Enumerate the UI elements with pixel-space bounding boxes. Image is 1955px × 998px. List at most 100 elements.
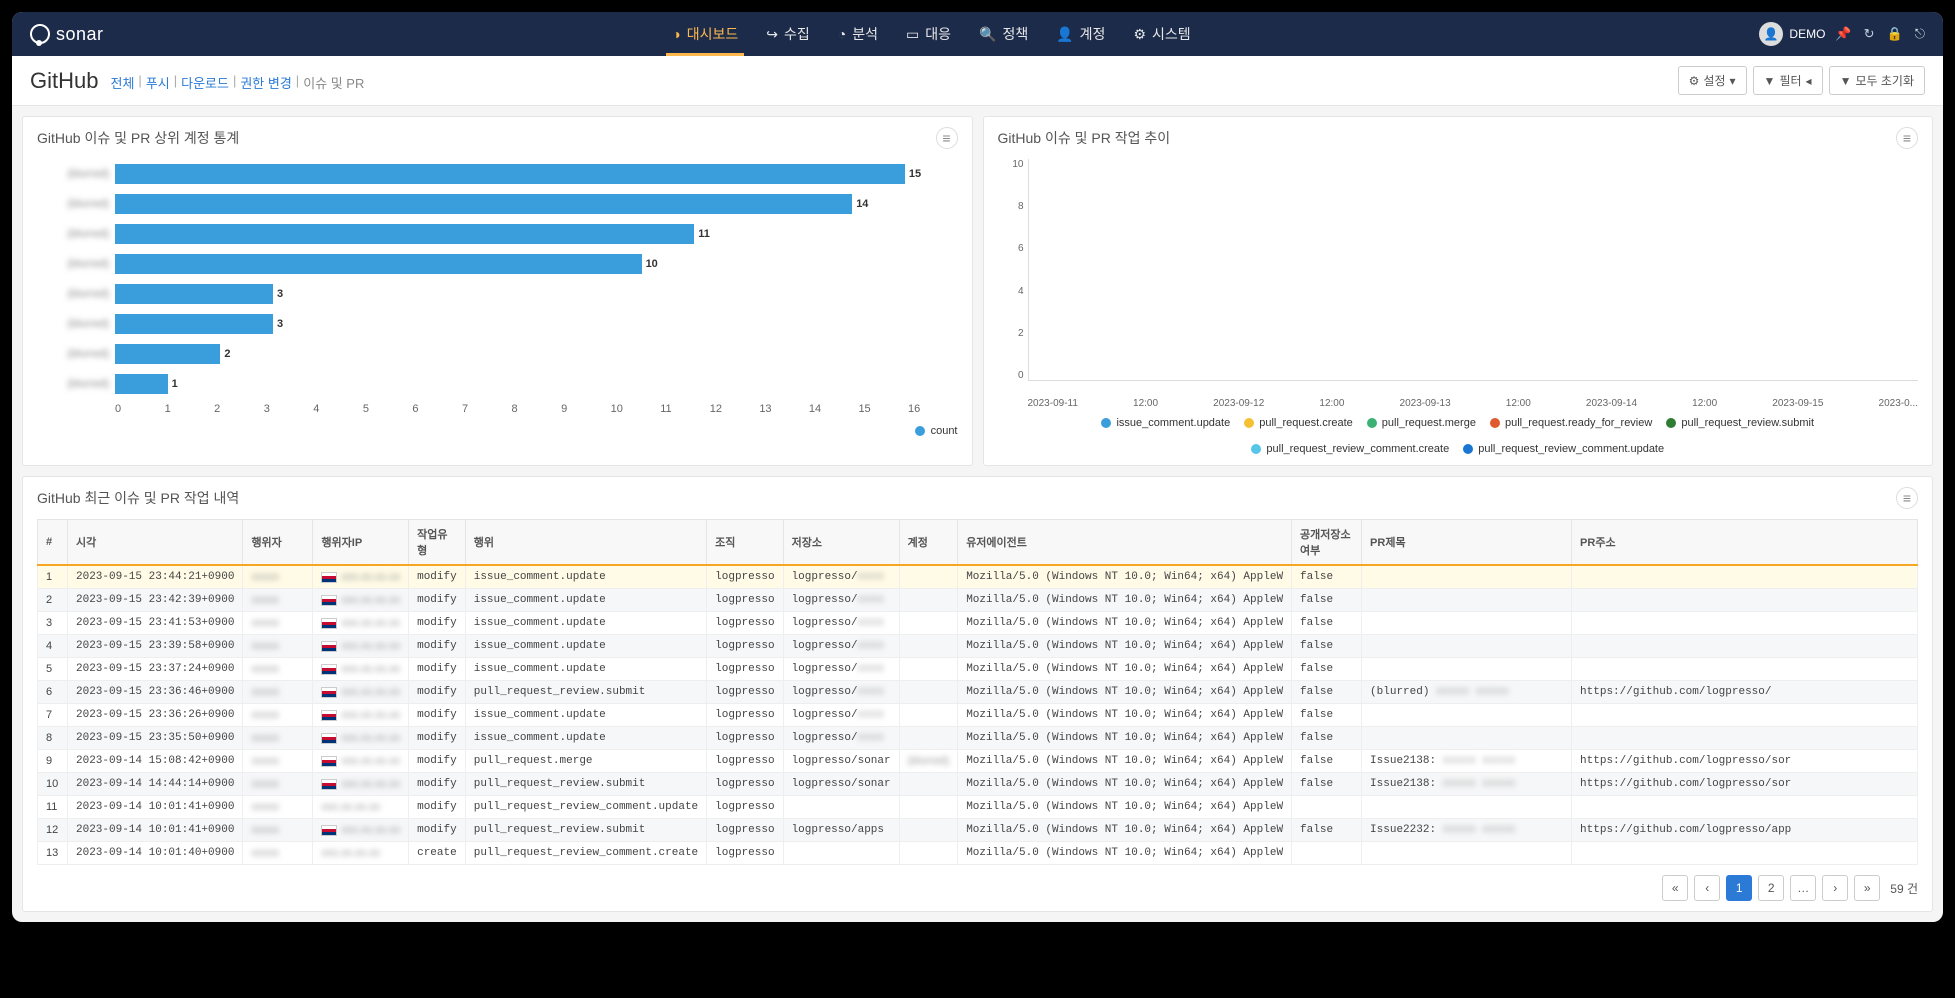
table-row[interactable]: 62023-09-15 23:36:46+0900xxxxxxxx.xx.xx.… — [38, 681, 1918, 704]
legend-item[interactable]: pull_request_review_comment.create — [1251, 443, 1449, 455]
lock-icon[interactable]: 🔒 — [1887, 26, 1903, 42]
bar-fill — [115, 164, 905, 184]
tab-1[interactable]: 푸시 — [146, 73, 170, 92]
nav-label: 시스템 — [1152, 24, 1191, 44]
page-number-button[interactable]: 1 — [1726, 875, 1752, 901]
nav-icon: ▭ — [906, 26, 919, 43]
panel-menu-icon[interactable]: ≡ — [1896, 487, 1918, 509]
tab-0[interactable]: 전체 — [110, 73, 134, 92]
panel-menu-icon[interactable]: ≡ — [936, 127, 958, 149]
tab-4[interactable]: 이슈 및 PR — [303, 73, 364, 92]
nav-item-0[interactable]: ◑대시보드 — [672, 12, 738, 56]
tab-3[interactable]: 권한 변경 — [240, 73, 291, 92]
flag-icon — [321, 756, 337, 767]
page-last-button[interactable]: » — [1854, 875, 1880, 901]
table-row[interactable]: 102023-09-14 14:44:14+0900xxxxxxxx.xx.xx… — [38, 773, 1918, 796]
legend-item[interactable]: issue_comment.update — [1101, 417, 1230, 429]
nav-item-5[interactable]: 👤 계정 — [1056, 12, 1105, 56]
table-row[interactable]: 22023-09-15 23:42:39+0900xxxxxxxx.xx.xx.… — [38, 589, 1918, 612]
table-header[interactable]: 행위자 — [243, 520, 313, 566]
legend-item[interactable]: pull_request.ready_for_review — [1490, 417, 1652, 429]
legend-item[interactable]: pull_request.merge — [1367, 417, 1476, 429]
nav-label: 정책 — [1002, 24, 1028, 44]
flag-icon — [321, 687, 337, 698]
bar-value: 3 — [277, 318, 283, 330]
bar-fill — [115, 284, 273, 304]
legend-item[interactable]: pull_request_review.submit — [1666, 417, 1814, 429]
table-row[interactable]: 42023-09-15 23:39:58+0900xxxxxxxx.xx.xx.… — [38, 635, 1918, 658]
tabs: 전체 | 푸시 | 다운로드 | 권한 변경 | 이슈 및 PR — [110, 73, 364, 92]
page-next-button[interactable]: › — [1822, 875, 1848, 901]
sync-icon[interactable]: ↻ — [1864, 26, 1875, 42]
filter-button[interactable]: ▼필터◂ — [1753, 66, 1823, 95]
bar-value: 1 — [172, 378, 178, 390]
panel-top-accounts: GitHub 이슈 및 PR 상위 계정 통계 ≡ (blurred)15(bl… — [22, 116, 973, 466]
bar-label: (blurred) — [37, 228, 109, 240]
table-header[interactable]: 시각 — [68, 520, 243, 566]
table-header[interactable]: PR제목 — [1362, 520, 1572, 566]
nav-icon: ⚙ — [1133, 26, 1146, 43]
page-number-button[interactable]: 2 — [1758, 875, 1784, 901]
table-header[interactable]: 행위 — [465, 520, 706, 566]
flag-icon — [321, 641, 337, 652]
nav-icon: 👤 — [1056, 26, 1073, 43]
reset-all-button[interactable]: ▼모두 초기화 — [1829, 66, 1925, 95]
bar-label: (blurred) — [37, 378, 109, 390]
page-more-button[interactable]: … — [1790, 875, 1816, 901]
nav-item-1[interactable]: ↪수집 — [766, 12, 810, 56]
logo: sonar — [30, 24, 104, 45]
page-prev-button[interactable]: ‹ — [1694, 875, 1720, 901]
bar-fill — [115, 344, 220, 364]
bar-chart: (blurred)15(blurred)14(blurred)11(blurre… — [37, 159, 958, 437]
nav-item-4[interactable]: 🔍정책 — [979, 12, 1028, 56]
table-row[interactable]: 122023-09-14 10:01:41+0900xxxxxxxx.xx.xx… — [38, 819, 1918, 842]
pushpin-icon[interactable]: 📌 — [1835, 26, 1851, 42]
table-row[interactable]: 82023-09-15 23:35:50+0900xxxxxxxx.xx.xx.… — [38, 727, 1918, 750]
table-header[interactable]: 조직 — [707, 520, 783, 566]
panel-title: GitHub 이슈 및 PR 작업 추이 — [998, 128, 1171, 148]
legend-item[interactable]: pull_request.create — [1244, 417, 1353, 429]
legend-label: count — [931, 425, 958, 437]
chart-legend: issue_comment.updatepull_request.createp… — [998, 417, 1919, 455]
gear-icon: ⚙ — [1689, 74, 1700, 88]
table-header[interactable]: 계정 — [899, 520, 958, 566]
nav-item-6[interactable]: ⚙ 시스템 — [1133, 12, 1190, 56]
nav-label: 계정 — [1080, 24, 1106, 44]
table-row[interactable]: 112023-09-14 10:01:41+0900xxxxxxxx.xx.xx… — [38, 796, 1918, 819]
panel-recent-tasks: GitHub 최근 이슈 및 PR 작업 내역 ≡ #시각행위자행위자IP작업유… — [22, 476, 1933, 912]
bar-value: 10 — [646, 258, 658, 270]
bar-label: (blurred) — [37, 318, 109, 330]
flag-icon — [321, 825, 337, 836]
table-row[interactable]: 132023-09-14 10:01:40+0900xxxxxxxx.xx.xx… — [38, 842, 1918, 865]
table-header[interactable]: 유저에이전트 — [958, 520, 1292, 566]
table-row[interactable]: 12023-09-15 23:44:21+0900xxxxxxxx.xx.xx.… — [38, 565, 1918, 589]
table-header[interactable]: 저장소 — [783, 520, 899, 566]
table-header[interactable]: 공개저장소여부 — [1292, 520, 1362, 566]
table-row[interactable]: 32023-09-15 23:41:53+0900xxxxxxxx.xx.xx.… — [38, 612, 1918, 635]
bar-fill — [115, 314, 273, 334]
table-header[interactable]: PR주소 — [1572, 520, 1918, 566]
user-badge[interactable]: 👤 DEMO — [1759, 22, 1825, 46]
brand-name: sonar — [56, 24, 104, 45]
bar-label: (blurred) — [37, 348, 109, 360]
table-header[interactable]: 행위자IP — [313, 520, 409, 566]
table-row[interactable]: 92023-09-14 15:08:42+0900xxxxxxxx.xx.xx.… — [38, 750, 1918, 773]
settings-button[interactable]: ⚙설정▾ — [1678, 66, 1747, 95]
table-row[interactable]: 72023-09-15 23:36:26+0900xxxxxxxx.xx.xx.… — [38, 704, 1918, 727]
panel-title: GitHub 최근 이슈 및 PR 작업 내역 — [37, 488, 239, 508]
legend-item[interactable]: pull_request_review_comment.update — [1463, 443, 1664, 455]
nav-item-3[interactable]: ▭ 대응 — [906, 12, 951, 56]
panel-menu-icon[interactable]: ≡ — [1896, 127, 1918, 149]
table-header[interactable]: # — [38, 520, 68, 566]
logout-icon[interactable]: ⎋ — [1915, 26, 1925, 42]
table-header[interactable]: 작업유형 — [409, 520, 466, 566]
table-row[interactable]: 52023-09-15 23:37:24+0900xxxxxxxx.xx.xx.… — [38, 658, 1918, 681]
page-first-button[interactable]: « — [1662, 875, 1688, 901]
bar-value: 2 — [224, 348, 230, 360]
tab-2[interactable]: 다운로드 — [181, 73, 229, 92]
flag-icon — [321, 572, 337, 583]
bar-fill — [115, 224, 694, 244]
bar-label: (blurred) — [37, 198, 109, 210]
nav-label: 대응 — [925, 24, 951, 44]
nav-item-2[interactable]: ◔분석 — [838, 12, 878, 56]
